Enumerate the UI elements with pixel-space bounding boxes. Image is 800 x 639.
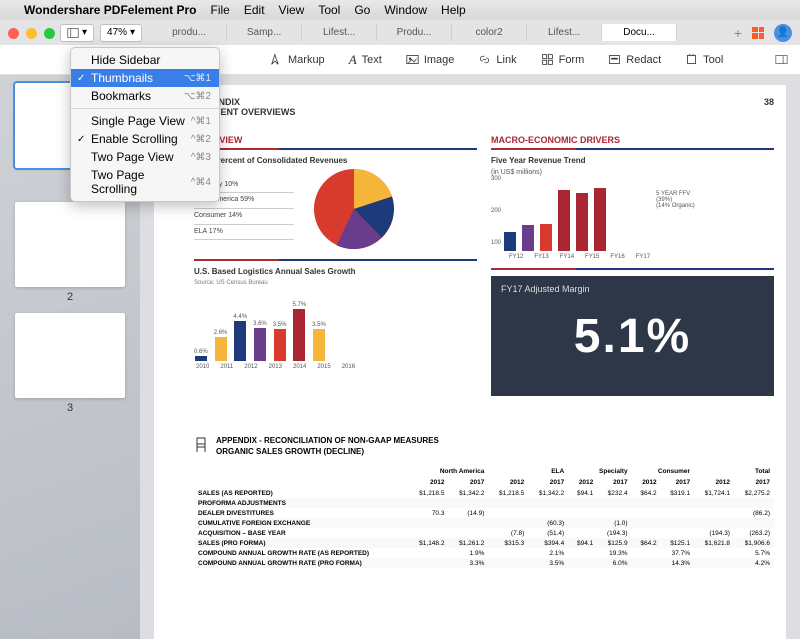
check-icon: ✓ [77,73,85,84]
menu-bookmarks[interactable]: Bookmarks⌥⌘2 [71,87,219,105]
markup-label: Markup [288,54,325,66]
menu-single-page[interactable]: Single Page View^⌘1 [71,112,219,130]
fullscreen-window-button[interactable] [44,28,55,39]
margin-value: 5.1% [574,309,691,364]
document-tabs: produ... Samp... Lifest... Produ... colo… [152,24,728,41]
menu-hide-sidebar[interactable]: Hide Sidebar [71,51,219,69]
us-bar-title: U.S. Based Logistics Annual Sales Growth [194,267,477,276]
app-name[interactable]: Wondershare PDFelement Pro [24,3,197,17]
menu-help[interactable]: Help [441,3,466,17]
text-tool[interactable]: A Text [349,52,382,68]
markup-tool[interactable]: Markup [270,53,325,66]
rev-trend-sub: (in US$ millions) [491,169,774,176]
app-grid-icon[interactable] [752,27,764,39]
form-tool[interactable]: Form [541,53,585,66]
menu-file[interactable]: File [211,3,230,17]
tab-0[interactable]: produ... [152,24,227,41]
menu-separator [71,108,219,109]
us-bar-source: Source: US Census Bureau [194,280,477,286]
thumbnail-3-number: 3 [12,402,128,414]
recon-title-1: APPENDIX - RECONCILIATION OF NON-GAAP ME… [216,436,439,445]
panel-toggle[interactable] [775,53,788,66]
adjusted-margin-card: FY17 Adjusted Margin 5.1% [491,276,774,396]
chair-icon [194,436,208,454]
image-tool[interactable]: Image [406,53,455,66]
text-label: Text [362,54,382,66]
thumbnail-2[interactable] [15,202,125,287]
redact-tool[interactable]: Redact [608,53,661,66]
overview-heading: OVERVIEW [194,135,477,145]
window-controls [8,28,55,39]
revenue-bar-chart [504,182,606,252]
menu-edit[interactable]: Edit [244,3,265,17]
redact-label: Redact [626,54,661,66]
sidebar-view-menu: Hide Sidebar ✓Thumbnails⌥⌘1 Bookmarks⌥⌘2… [70,47,220,202]
pie-title: FY17 Percent of Consolidated Revenues [194,156,477,165]
tool-label: Tool [703,54,723,66]
tab-5[interactable]: Lifest... [527,24,602,41]
user-avatar[interactable]: 👤 [774,24,792,42]
tab-3[interactable]: Produ... [377,24,452,41]
zoom-dropdown[interactable]: 47% ▾ [100,24,142,42]
zoom-value: 47% [107,27,127,38]
thumbnail-2-number: 2 [12,291,128,303]
minimize-window-button[interactable] [26,28,37,39]
tab-6[interactable]: Docu... [602,24,677,41]
menu-thumbnails[interactable]: ✓Thumbnails⌥⌘1 [71,69,219,87]
tool-menu[interactable]: Tool [685,53,723,66]
sidebar-view-dropdown[interactable]: ▾ [60,24,94,42]
close-window-button[interactable] [8,28,19,39]
menu-enable-scrolling[interactable]: ✓Enable Scrolling^⌘2 [71,130,219,148]
document-page: APPENDIX SEGMENT OVERVIEWS 38 OVERVIEW F… [154,85,786,639]
menu-two-page-scrolling[interactable]: Two Page Scrolling^⌘4 [71,166,219,198]
chevron-down-icon: ▾ [130,27,135,38]
menu-go[interactable]: Go [354,3,370,17]
document-viewport[interactable]: APPENDIX SEGMENT OVERVIEWS 38 OVERVIEW F… [140,75,800,639]
reconciliation-table: North AmericaELASpecialtyConsumerTotal20… [194,466,774,568]
macos-menubar: Wondershare PDFelement Pro File Edit Vie… [0,0,800,20]
new-tab-button[interactable]: + [734,25,742,41]
thumbnail-3[interactable] [15,313,125,398]
menu-tool[interactable]: Tool [318,3,340,17]
menu-two-page[interactable]: Two Page View^⌘3 [71,148,219,166]
text-icon: A [349,52,357,68]
rev-trend-title: Five Year Revenue Trend [491,156,774,165]
link-label: Link [496,54,516,66]
margin-label: FY17 Adjusted Margin [501,284,590,294]
link-tool[interactable]: Link [478,53,516,66]
check-icon: ✓ [77,134,85,145]
pie-chart [314,169,394,249]
menu-window[interactable]: Window [384,3,427,17]
recon-title-2: ORGANIC SALES GROWTH (DECLINE) [216,447,439,456]
form-label: Form [559,54,585,66]
tab-2[interactable]: Lifest... [302,24,377,41]
page-number: 38 [764,97,774,117]
chevron-down-icon: ▾ [82,27,87,38]
image-label: Image [424,54,455,66]
document-toolbar: ▾ 47% ▾ produ... Samp... Lifest... Produ… [0,20,800,45]
macro-heading: MACRO-ECONOMIC DRIVERS [491,135,774,145]
tab-4[interactable]: color2 [452,24,527,41]
tab-1[interactable]: Samp... [227,24,302,41]
menu-view[interactable]: View [279,3,305,17]
us-logistics-bar-chart: 0.6%2.6%4.4%3.6%3.5%5.7%3.5% [194,292,477,362]
